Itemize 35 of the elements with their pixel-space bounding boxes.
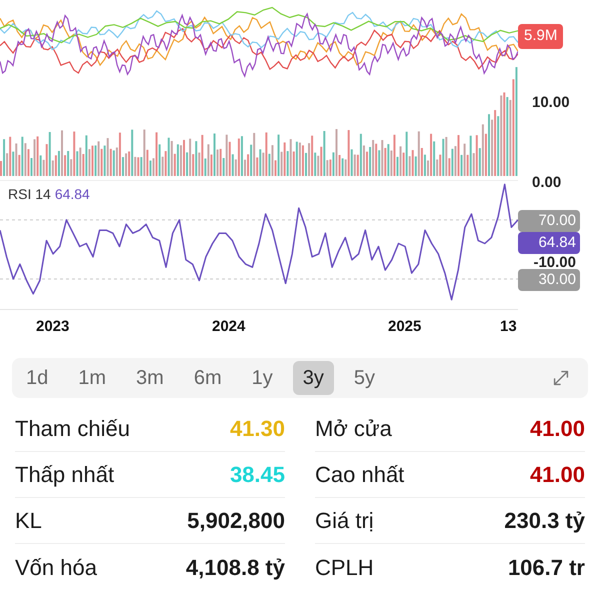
stat-label: Thấp nhất <box>15 461 114 489</box>
year-label: 2025 <box>388 317 422 337</box>
stat-value: 41.30 <box>230 415 285 443</box>
stat-label: Tham chiếu <box>15 415 130 443</box>
rsi-value: 64.84 <box>54 185 90 204</box>
rsi-level-badge: 30.00 <box>518 268 580 292</box>
year-label: 2024 <box>212 317 246 337</box>
range-tab[interactable]: 3y <box>292 361 334 395</box>
range-tab[interactable]: 1m <box>68 361 116 395</box>
range-tab[interactable]: 6m <box>184 361 232 395</box>
stat-value: 41.00 <box>530 461 585 489</box>
rsi-level-badge: 70.00 <box>518 210 580 232</box>
year-label: 13 <box>500 317 517 337</box>
stat-value: 4,108.8 tỷ <box>186 554 285 582</box>
stat-label: Mở cửa <box>315 415 392 443</box>
stat-label: Vốn hóa <box>15 554 97 582</box>
stat-value: 41.00 <box>530 415 585 443</box>
rsi-label: RSI 14 <box>8 185 51 204</box>
year-label: 2023 <box>36 317 70 337</box>
stat-label: Giá trị <box>315 507 374 535</box>
stat-value: 106.7 tr <box>508 554 585 582</box>
stat-value: 38.45 <box>230 461 285 489</box>
range-tab[interactable]: 3m <box>126 361 174 395</box>
stat-value: 5,902,800 <box>187 507 285 535</box>
range-tab[interactable]: 1d <box>16 361 58 395</box>
stat-label: CPLH <box>315 554 374 582</box>
axis-label: 0.00 <box>532 173 562 193</box>
stat-label: KL <box>15 507 42 535</box>
axis-label: 10.00 <box>532 93 570 113</box>
volume-badge: 5.9M <box>518 24 564 48</box>
range-tab[interactable]: 1y <box>242 361 283 395</box>
stat-value: 230.3 tỷ <box>504 507 585 535</box>
range-tab[interactable]: 5y <box>344 361 386 395</box>
stat-label: Cao nhất <box>315 461 404 489</box>
rsi-badge: 64.84 <box>518 232 580 254</box>
